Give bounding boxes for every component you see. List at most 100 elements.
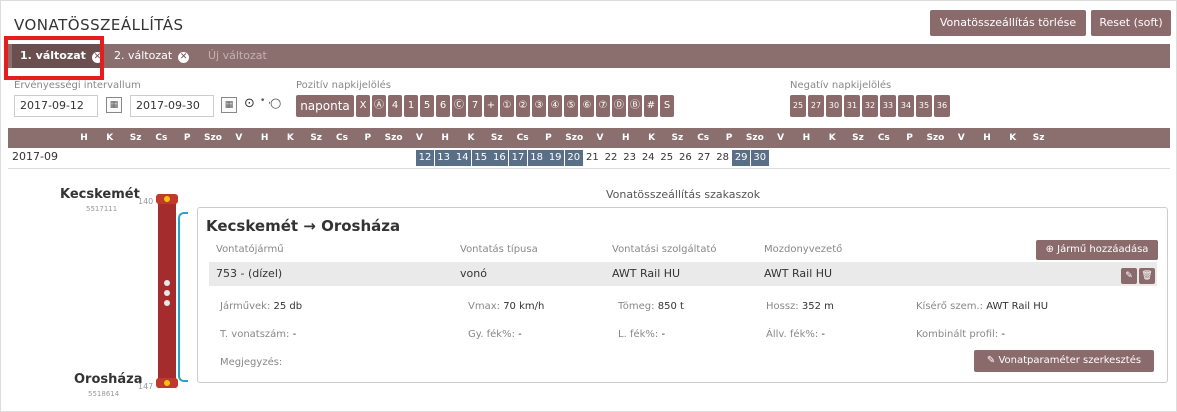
positive-mark-button[interactable]: ⑤	[564, 95, 578, 117]
positive-mark-button[interactable]: ⑦	[596, 95, 610, 117]
add-vehicle-button[interactable]: ⊕ Jármű hozzáadása	[1036, 240, 1158, 260]
weekday-label: H	[622, 133, 630, 143]
calendar-day[interactable]: 21	[583, 150, 601, 166]
drag-handle-icon[interactable]	[164, 290, 170, 296]
add-vehicle-label: Jármű hozzáadása	[1057, 244, 1149, 255]
calendar-day[interactable]: 27	[695, 150, 713, 166]
radio-unselected-icon[interactable]: ○	[270, 96, 281, 111]
negative-mark-button[interactable]: 30	[826, 95, 842, 117]
weekday-label: H	[802, 133, 811, 143]
negative-mark-button[interactable]: 27	[808, 95, 824, 117]
calendar-day[interactable]: 26	[676, 150, 694, 166]
weekday-label: Cs	[516, 133, 529, 143]
negative-mark-button[interactable]: 25	[790, 95, 806, 117]
weekday-label: Szo	[745, 133, 764, 143]
calendar-day[interactable]: 12	[416, 150, 434, 166]
drag-handle-icon[interactable]	[164, 280, 170, 286]
param-gy-brake: Gy. fék%: -	[468, 329, 522, 340]
weekday-label: K	[106, 133, 114, 143]
calendar-day[interactable]: 19	[546, 150, 565, 166]
negative-mark-button[interactable]: 34	[898, 95, 914, 117]
calendar-day[interactable]: 22	[602, 150, 620, 166]
weekday-label: V	[235, 133, 243, 143]
calendar-day[interactable]: 13	[434, 150, 453, 166]
delete-composition-button[interactable]: Vonatösszeállítás törlése	[930, 10, 1086, 36]
param-vehicles: Járművek: 25 db	[220, 301, 303, 312]
calendar-day[interactable]: 16	[490, 150, 509, 166]
radio-selected-icon[interactable]: ⊙	[244, 96, 255, 111]
weekday-label: K	[467, 133, 475, 143]
edit-params-button[interactable]: ✎ Vonatparaméter szerkesztés	[974, 350, 1154, 372]
positive-mark-button[interactable]: 6	[436, 95, 450, 117]
to-km: 147	[138, 382, 154, 391]
positive-mark-button[interactable]: Ⓐ	[372, 95, 386, 117]
calendar-day[interactable]: 14	[453, 150, 472, 166]
positive-mark-button[interactable]: Ⓒ	[452, 95, 466, 117]
calendar-day[interactable]: 20	[564, 150, 583, 166]
plus-icon: ⊕	[1045, 244, 1058, 255]
positive-mark-button[interactable]: naponta	[296, 95, 354, 117]
positive-mark-button[interactable]: 4	[388, 95, 402, 117]
calendar-day[interactable]: 15	[471, 150, 490, 166]
column-provider: Vontatási szolgáltató	[612, 244, 717, 255]
positive-mark-button[interactable]: 5	[420, 95, 434, 117]
calendar-day[interactable]: 30	[750, 150, 769, 166]
drag-handle-icon[interactable]	[164, 300, 170, 306]
column-type: Vontatás típusa	[460, 244, 538, 255]
tab-label: Új változat	[208, 49, 267, 62]
tab-label: 2. változat	[114, 49, 173, 62]
calendar-day[interactable]: 25	[658, 150, 676, 166]
calendar-day[interactable]: 28	[714, 150, 732, 166]
tab-new-variant[interactable]: Új változat	[200, 44, 280, 68]
positive-mark-button[interactable]: Ⓓ	[612, 95, 626, 117]
date-from-input[interactable]: 2017-09-12	[14, 95, 98, 117]
negative-mark-button[interactable]: 32	[862, 95, 878, 117]
to-station: Orosháza	[74, 372, 143, 387]
calendar-icon[interactable]: ▦	[106, 97, 122, 113]
negative-mark-button[interactable]: 36	[934, 95, 950, 117]
table-row[interactable]	[209, 262, 1157, 286]
calendar-day[interactable]: 17	[509, 150, 527, 166]
weekday-label: Szo	[384, 133, 403, 143]
positive-mark-button[interactable]: +	[484, 95, 498, 117]
weekday-label: Szo	[926, 133, 945, 143]
param-profile: Kombinált profil: -	[916, 329, 1005, 340]
calendar-day[interactable]: 23	[621, 150, 639, 166]
negative-mark-button[interactable]: 33	[880, 95, 896, 117]
positive-mark-button[interactable]: 1	[404, 95, 418, 117]
positive-mark-button[interactable]: S	[660, 95, 674, 117]
divider	[8, 168, 1170, 169]
close-icon[interactable]: ✕	[178, 52, 190, 63]
edit-icon[interactable]: ✎	[1121, 268, 1137, 284]
positive-mark-button[interactable]: ③	[532, 95, 546, 117]
positive-mark-button[interactable]: ⑥	[580, 95, 594, 117]
negative-mark-button[interactable]: 31	[844, 95, 860, 117]
positive-mark-button[interactable]: ②	[516, 95, 530, 117]
page-title: VONATÖSSZEÁLLÍTÁS	[14, 16, 184, 34]
positive-mark-button[interactable]: ④	[548, 95, 562, 117]
tab-variant-2[interactable]: 2. változat ✕	[106, 44, 200, 68]
weekday-label: Cs	[877, 133, 890, 143]
positive-mark-button[interactable]: #	[644, 95, 658, 117]
positive-mark-button[interactable]: X	[356, 95, 370, 117]
positive-mark-button[interactable]: 7	[468, 95, 482, 117]
delete-icon[interactable]: 🗑	[1139, 268, 1155, 284]
reset-soft-button[interactable]: Reset (soft)	[1091, 10, 1171, 36]
station-marker-icon	[164, 196, 170, 202]
weekday-label: P	[183, 133, 191, 143]
param-train-no: T. vonatszám: -	[220, 329, 297, 340]
param-mass: Tömeg: 850 t	[618, 301, 684, 312]
calendar-day[interactable]: 18	[527, 150, 546, 166]
weekday-label: V	[596, 133, 604, 143]
calendar-day[interactable]: 24	[639, 150, 657, 166]
negative-mark-button[interactable]: 35	[916, 95, 932, 117]
calendar-icon[interactable]: ▦	[221, 97, 237, 113]
param-note-label: Megjegyzés:	[220, 357, 283, 368]
positive-mark-button[interactable]: Ⓑ	[628, 95, 642, 117]
weekday-label: Sz	[129, 133, 142, 143]
param-all-brake: Állv. fék%: -	[766, 329, 826, 340]
calendar-day[interactable]: 29	[732, 150, 751, 166]
weekday-label: Sz	[671, 133, 684, 143]
positive-mark-button[interactable]: ①	[500, 95, 514, 117]
date-to-input[interactable]: 2017-09-30	[130, 95, 214, 117]
